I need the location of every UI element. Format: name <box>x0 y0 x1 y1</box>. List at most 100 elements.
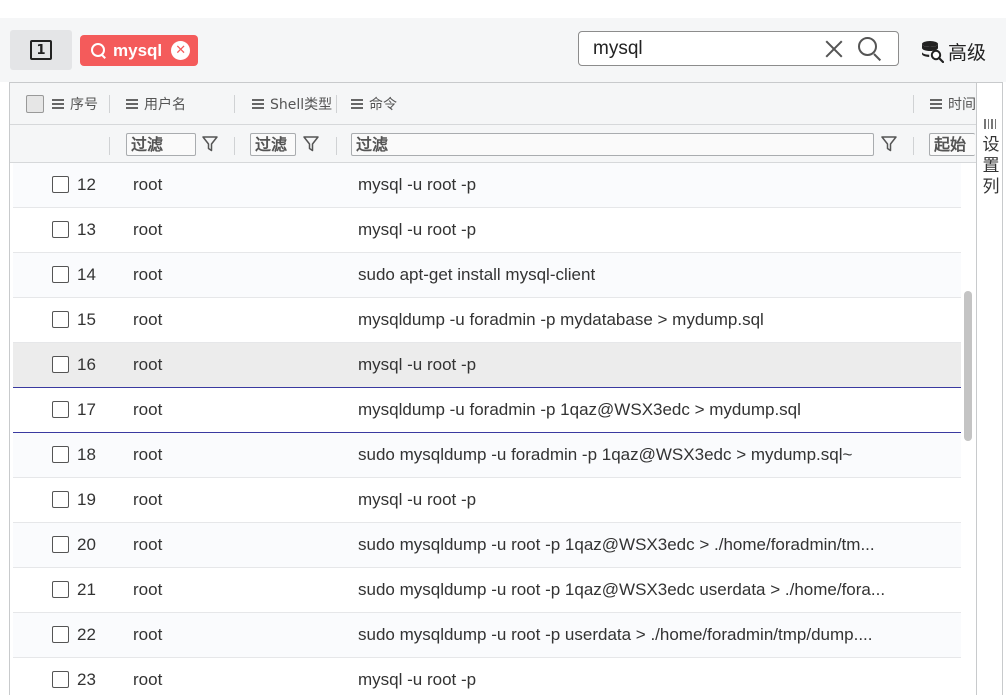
column-divider <box>913 137 914 155</box>
row-checkbox[interactable] <box>52 491 69 508</box>
advanced-search-button[interactable]: 高级 <box>920 38 986 64</box>
row-command: sudo mysqldump -u root -p 1qaz@WSX3edc u… <box>358 580 886 599</box>
filter-tag-label: mysql <box>113 40 163 60</box>
search-input[interactable]: mysql <box>578 31 899 66</box>
table-row[interactable]: 20 root sudo mysqldump -u root -p 1qaz@W… <box>13 523 961 568</box>
filter-icon[interactable] <box>302 135 320 153</box>
row-index: 20 <box>77 535 96 554</box>
row-user: root <box>133 670 163 689</box>
row-command: mysql -u root -p <box>358 670 477 689</box>
column-menu-icon[interactable] <box>126 99 138 109</box>
row-checkbox[interactable] <box>52 401 69 418</box>
command-filter-input[interactable]: 过滤 <box>351 133 874 156</box>
column-divider[interactable] <box>913 95 914 113</box>
row-checkbox[interactable] <box>52 356 69 373</box>
filter-icon[interactable] <box>880 135 898 153</box>
row-user: root <box>133 175 163 194</box>
filter-tag[interactable]: mysql ✕ <box>80 35 199 66</box>
column-divider <box>336 137 337 155</box>
column-header-shell-label: Shell类型 <box>270 97 333 113</box>
row-index: 23 <box>77 670 96 689</box>
page-number: 1 <box>30 40 52 60</box>
row-index: 16 <box>77 355 96 374</box>
table-row[interactable]: 13 root mysql -u root -p <box>13 208 961 253</box>
row-user: root <box>133 535 163 554</box>
column-header-command-label: 命令 <box>369 97 397 113</box>
search-icon <box>90 42 107 59</box>
history-grid: 序号 用户名 Shell类型 命令 时间 过滤 过滤 过滤 起始 12 root… <box>9 82 1003 695</box>
column-header-time-label: 时间 <box>948 97 976 113</box>
row-checkbox[interactable] <box>52 626 69 643</box>
column-settings-panel[interactable]: 设置列 <box>976 83 1002 695</box>
row-user: root <box>133 445 163 464</box>
column-menu-icon[interactable] <box>52 99 64 109</box>
row-checkbox[interactable] <box>52 311 69 328</box>
row-checkbox[interactable] <box>52 536 69 553</box>
search-icon[interactable] <box>858 37 882 61</box>
column-divider[interactable] <box>336 95 337 113</box>
table-row[interactable]: 19 root mysql -u root -p <box>13 478 961 523</box>
row-index: 19 <box>77 490 96 509</box>
row-command: mysqldump -u foradmin -p 1qaz@WSX3edc > … <box>358 400 801 419</box>
column-header-command[interactable]: 命令 <box>351 83 397 125</box>
time-filter-input[interactable]: 起始 <box>929 133 975 156</box>
row-command: mysql -u root -p <box>358 175 477 194</box>
row-index: 12 <box>77 175 96 194</box>
clear-icon[interactable] <box>823 38 845 60</box>
table-row[interactable]: 14 root sudo apt-get install mysql-clien… <box>13 253 961 298</box>
row-user: root <box>133 310 163 329</box>
database-search-icon <box>922 41 944 63</box>
row-user: root <box>133 220 163 239</box>
page-number-button[interactable]: 1 <box>10 30 72 70</box>
column-header-index-label: 序号 <box>70 97 98 113</box>
table-row[interactable]: 12 root mysql -u root -p <box>13 163 961 208</box>
search-input-value[interactable]: mysql <box>593 38 643 60</box>
row-command: sudo mysqldump -u root -p 1qaz@WSX3edc >… <box>358 535 875 554</box>
row-index: 13 <box>77 220 96 239</box>
row-user: root <box>133 265 163 284</box>
toolbar: 1 mysql ✕ mysql 高级 <box>0 18 1006 82</box>
table-row[interactable]: 21 root sudo mysqldump -u root -p 1qaz@W… <box>13 568 961 613</box>
column-header-shell[interactable]: Shell类型 <box>252 83 332 125</box>
column-divider[interactable] <box>109 95 110 113</box>
row-checkbox[interactable] <box>52 176 69 193</box>
user-filter-input[interactable]: 过滤 <box>126 133 196 156</box>
row-command: sudo mysqldump -u root -p userdata > ./h… <box>358 625 873 644</box>
row-user: root <box>133 580 163 599</box>
row-index: 15 <box>77 310 96 329</box>
column-header-index[interactable]: 序号 <box>52 83 98 125</box>
filter-icon[interactable] <box>201 135 219 153</box>
grid-header: 序号 用户名 Shell类型 命令 时间 <box>10 83 976 125</box>
column-header-user[interactable]: 用户名 <box>126 83 186 125</box>
table-row[interactable]: 22 root sudo mysqldump -u root -p userda… <box>13 613 961 658</box>
row-user: root <box>133 625 163 644</box>
column-header-time[interactable]: 时间 <box>930 83 976 125</box>
row-checkbox[interactable] <box>52 581 69 598</box>
table-row[interactable]: 23 root mysql -u root -p <box>13 658 961 695</box>
row-index: 22 <box>77 625 96 644</box>
row-checkbox[interactable] <box>52 671 69 688</box>
advanced-label: 高级 <box>948 41 987 64</box>
row-checkbox[interactable] <box>52 266 69 283</box>
table-row[interactable]: 17 root mysqldump -u foradmin -p 1qaz@WS… <box>13 388 961 433</box>
table-row[interactable]: 15 root mysqldump -u foradmin -p mydatab… <box>13 298 961 343</box>
row-index: 14 <box>77 265 96 284</box>
row-command: mysql -u root -p <box>358 490 477 509</box>
column-header-user-label: 用户名 <box>144 97 186 113</box>
vertical-scrollbar[interactable] <box>964 291 972 441</box>
shell-filter-input[interactable]: 过滤 <box>250 133 296 156</box>
column-menu-icon[interactable] <box>351 99 363 109</box>
row-checkbox[interactable] <box>52 446 69 463</box>
table-row[interactable]: 18 root sudo mysqldump -u foradmin -p 1q… <box>13 433 961 478</box>
column-menu-icon[interactable] <box>930 99 942 109</box>
column-divider[interactable] <box>234 95 235 113</box>
column-menu-icon[interactable] <box>252 99 264 109</box>
close-icon[interactable]: ✕ <box>171 41 191 60</box>
select-all-checkbox[interactable] <box>26 95 44 113</box>
columns-icon <box>984 119 997 129</box>
table-row[interactable]: 16 root mysql -u root -p <box>13 343 961 388</box>
row-index: 17 <box>77 400 96 419</box>
row-index: 18 <box>77 445 96 464</box>
row-checkbox[interactable] <box>52 221 69 238</box>
header-select-all <box>26 83 44 125</box>
